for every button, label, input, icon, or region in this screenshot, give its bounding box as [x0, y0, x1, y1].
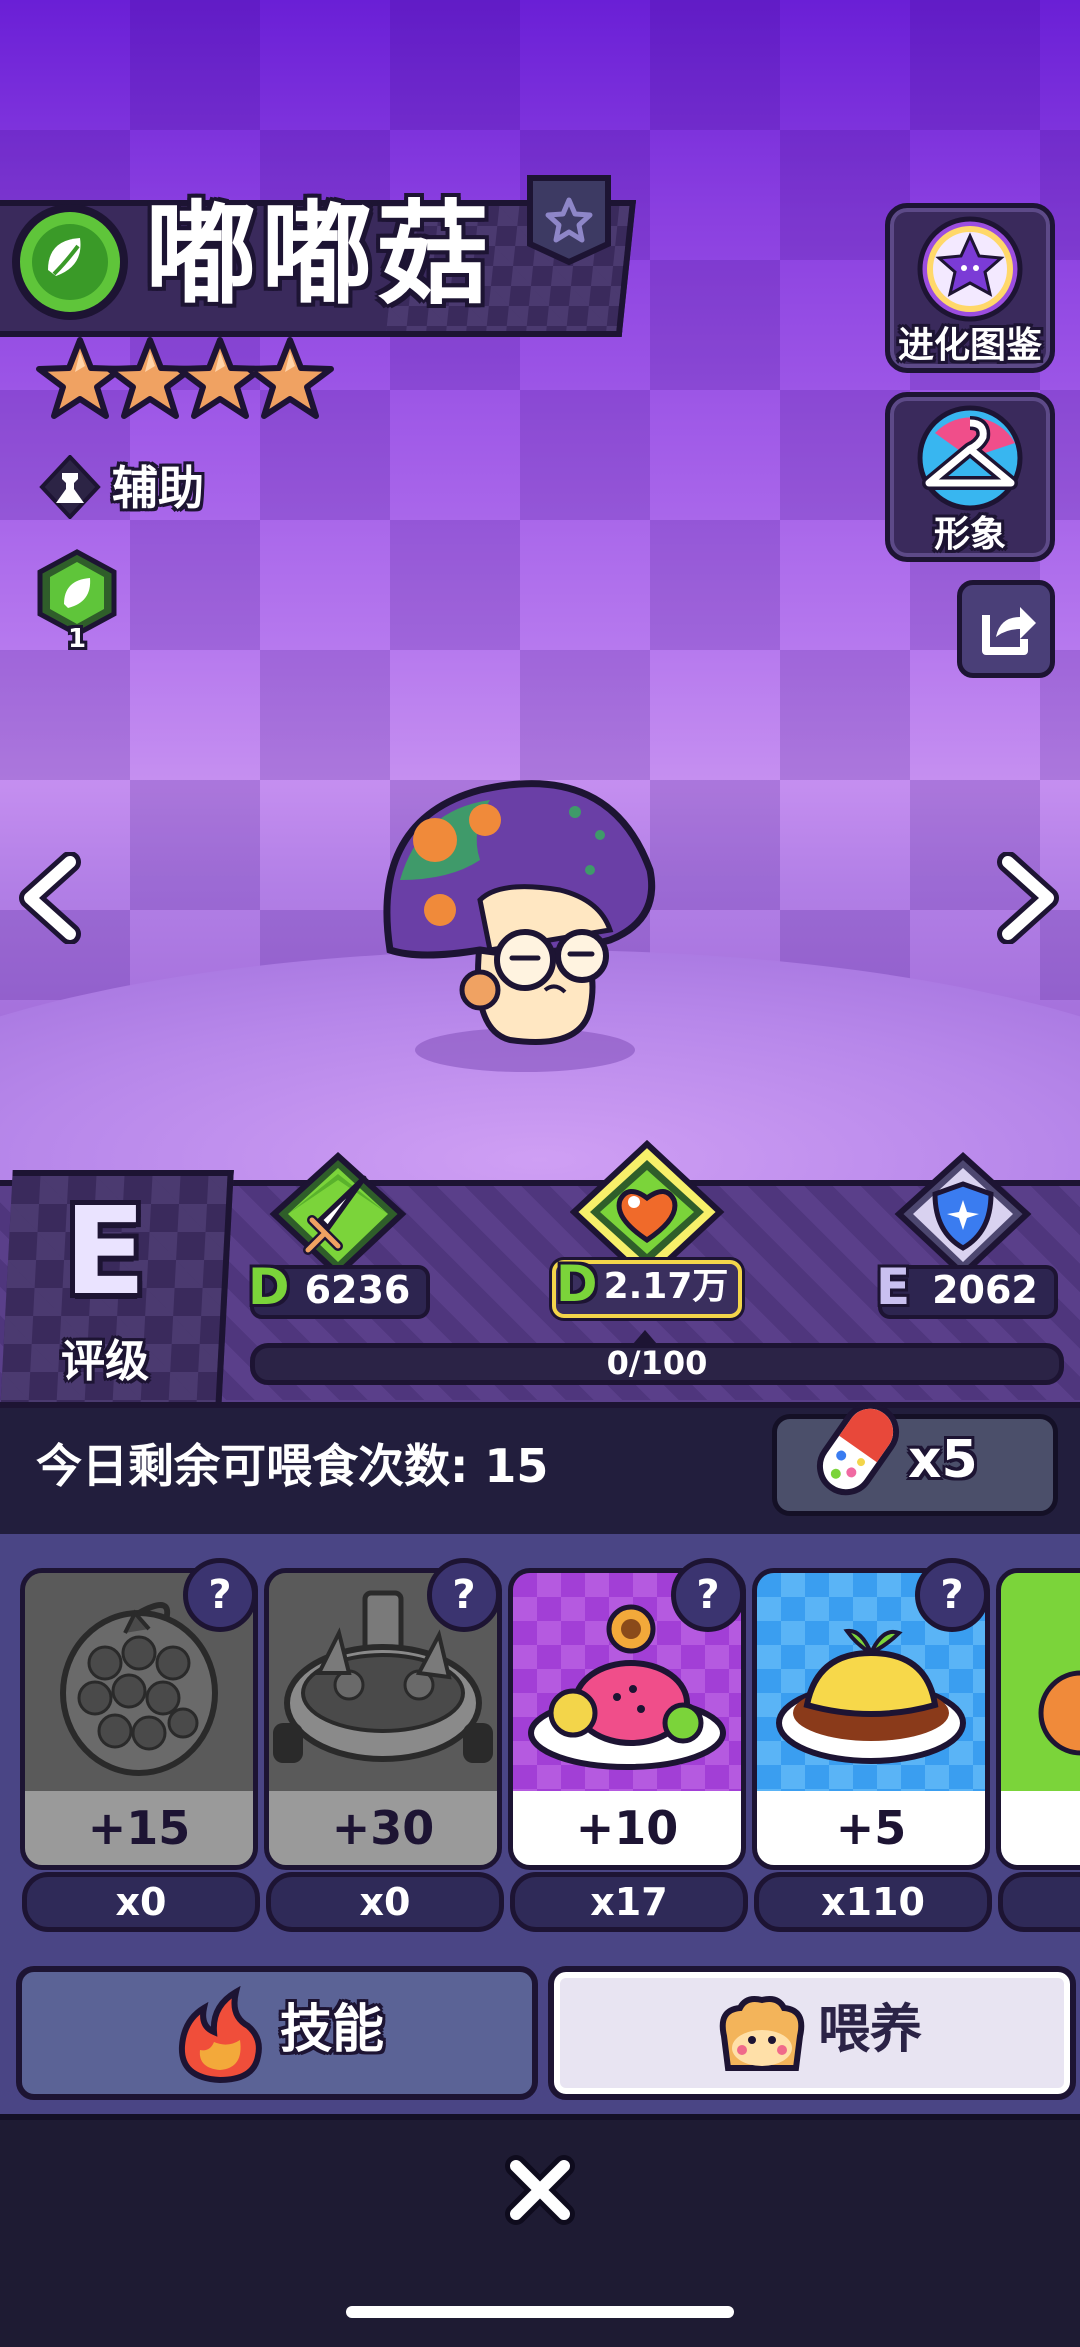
defense-shield-icon — [893, 1150, 1033, 1280]
role-label: 辅助 — [112, 461, 204, 515]
food-help-icon[interactable]: ? — [671, 1558, 745, 1632]
rating-grade: E — [64, 1183, 146, 1322]
progress-text: 0/100 — [606, 1344, 708, 1382]
share-icon — [982, 607, 1036, 655]
bread-feed-icon — [719, 1996, 805, 2071]
food-value: +10 — [513, 1791, 741, 1865]
food-card-partial[interactable] — [996, 1568, 1080, 1870]
evolution-guide-label: 进化图鉴 — [897, 325, 1042, 366]
feed-tab-button[interactable]: 喂养 — [548, 1966, 1076, 2100]
element-icon — [8, 200, 132, 324]
favorite-star-icon[interactable] — [524, 172, 614, 268]
close-icon — [505, 2155, 575, 2225]
evolution-guide-button[interactable]: 进化图鉴 — [885, 203, 1055, 373]
food-count: x17 — [510, 1872, 748, 1932]
food-value: +15 — [25, 1791, 253, 1865]
defense-grade: E — [876, 1258, 911, 1316]
character-mushroom-sprite[interactable] — [360, 760, 680, 1080]
feed-tab-label: 喂养 — [818, 2000, 923, 2060]
pill-capsule-icon — [808, 1396, 908, 1502]
food-count: x0 — [22, 1872, 260, 1932]
hp-value: 2.17万 — [603, 1266, 729, 1307]
fire-skill-icon — [178, 1986, 262, 2084]
rating-label: 评级 — [61, 1336, 149, 1387]
attack-value: 6236 — [304, 1268, 411, 1312]
hanger-icon — [917, 405, 1023, 511]
feed-remaining-text: 今日剩余可喂食次数: 15 — [36, 1439, 549, 1493]
star-rating — [35, 332, 335, 432]
food-help-icon[interactable]: ? — [915, 1558, 989, 1632]
prev-character-arrow[interactable] — [14, 851, 90, 945]
hp-grade: D — [556, 1255, 598, 1313]
skill-tab-button[interactable]: 技能 — [16, 1966, 538, 2100]
home-indicator[interactable] — [346, 2306, 734, 2318]
food-value: +30 — [269, 1791, 497, 1865]
defense-value: 2062 — [932, 1268, 1038, 1312]
attack-grade: D — [248, 1258, 290, 1316]
role-icon — [38, 454, 102, 520]
food-count: x0 — [266, 1872, 504, 1932]
skill-tab-label: 技能 — [280, 2000, 385, 2060]
appearance-label: 形象 — [933, 514, 1006, 555]
food-help-icon[interactable]: ? — [183, 1558, 257, 1632]
food-count-partial — [998, 1872, 1080, 1932]
appearance-button[interactable]: 形象 — [885, 392, 1055, 562]
food-help-icon[interactable]: ? — [427, 1558, 501, 1632]
level-badge[interactable]: 1 — [34, 548, 120, 658]
feed-item-count: x5 — [908, 1430, 978, 1490]
food-value: +5 — [757, 1791, 985, 1865]
share-button[interactable] — [957, 580, 1055, 678]
next-character-arrow[interactable] — [988, 851, 1064, 945]
level-badge-number: 1 — [67, 624, 87, 654]
food-count: x110 — [754, 1872, 992, 1932]
character-name: 嘟嘟菇 — [145, 190, 493, 320]
food-icon — [1038, 1670, 1080, 1756]
evolution-star-icon — [917, 216, 1023, 322]
close-button[interactable] — [500, 2150, 580, 2230]
